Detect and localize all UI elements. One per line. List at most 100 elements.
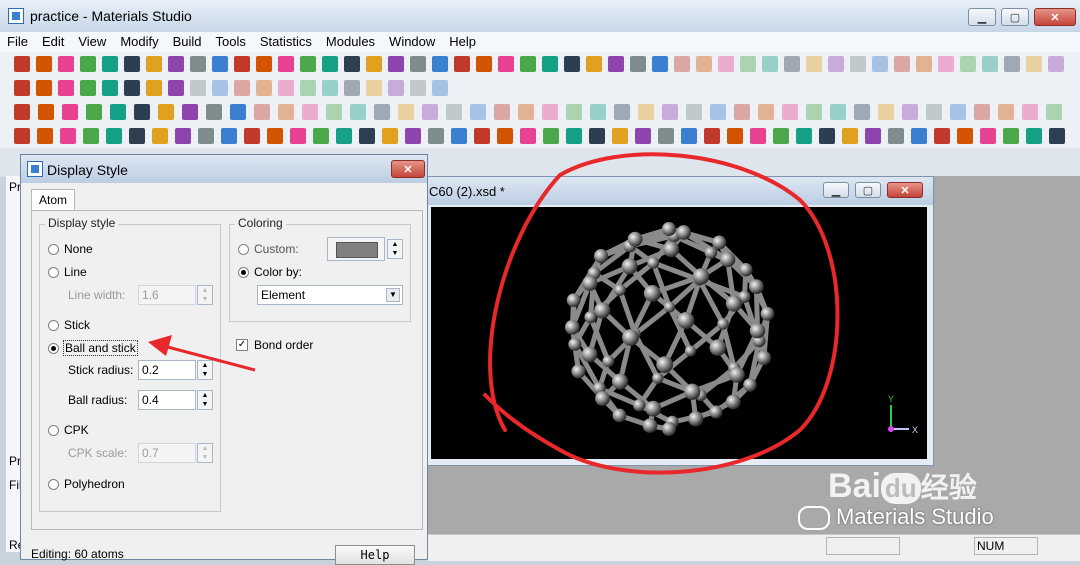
- toolbar-button-icon[interactable]: [674, 56, 690, 72]
- toolbar-button-icon[interactable]: [405, 128, 421, 144]
- toolbar-button-icon[interactable]: [762, 56, 778, 72]
- toolbar-button-icon[interactable]: [410, 80, 426, 96]
- toolbar-button-icon[interactable]: [344, 56, 360, 72]
- toolbar-button-icon[interactable]: [14, 128, 30, 144]
- toolbar-button-icon[interactable]: [566, 128, 582, 144]
- toolbar-button-icon[interactable]: [60, 128, 76, 144]
- toolbar-button-icon[interactable]: [58, 80, 74, 96]
- toolbar-button-icon[interactable]: [36, 80, 52, 96]
- toolbar-button-icon[interactable]: [322, 56, 338, 72]
- toolbar-button-icon[interactable]: [894, 56, 910, 72]
- toolbar-button-icon[interactable]: [902, 104, 918, 120]
- toolbar-button-icon[interactable]: [590, 104, 606, 120]
- radio-color-by[interactable]: [238, 267, 249, 278]
- maximize-button[interactable]: ▢: [1001, 8, 1029, 26]
- toolbar-button-icon[interactable]: [359, 128, 375, 144]
- toolbar-button-icon[interactable]: [520, 56, 536, 72]
- toolbar-button-icon[interactable]: [960, 56, 976, 72]
- toolbar-button-icon[interactable]: [80, 56, 96, 72]
- toolbar-button-icon[interactable]: [300, 56, 316, 72]
- minimize-button[interactable]: ▁: [968, 8, 996, 26]
- toolbar-button-icon[interactable]: [102, 80, 118, 96]
- toolbar-button-icon[interactable]: [14, 56, 30, 72]
- toolbar-button-icon[interactable]: [681, 128, 697, 144]
- menu-build[interactable]: Build: [166, 32, 209, 52]
- menu-modify[interactable]: Modify: [113, 32, 165, 52]
- tab-atom[interactable]: Atom: [31, 189, 75, 211]
- dialog-close-button[interactable]: ✕: [391, 160, 425, 178]
- toolbar-button-icon[interactable]: [212, 56, 228, 72]
- toolbar-button-icon[interactable]: [206, 104, 222, 120]
- toolbar-button-icon[interactable]: [230, 104, 246, 120]
- toolbar-button-icon[interactable]: [828, 56, 844, 72]
- toolbar-button-icon[interactable]: [652, 56, 668, 72]
- radio-ball-and-stick[interactable]: [48, 343, 59, 354]
- toolbar-button-icon[interactable]: [129, 128, 145, 144]
- toolbar-button-icon[interactable]: [704, 128, 720, 144]
- toolbar-button-icon[interactable]: [542, 104, 558, 120]
- toolbar-button-icon[interactable]: [234, 80, 250, 96]
- menu-file[interactable]: File: [0, 32, 35, 52]
- toolbar-button-icon[interactable]: [566, 104, 582, 120]
- stick-radius-spinner[interactable]: ▲ ▼: [197, 360, 213, 380]
- toolbar-button-icon[interactable]: [278, 56, 294, 72]
- toolbar-button-icon[interactable]: [796, 128, 812, 144]
- toolbar-button-icon[interactable]: [212, 80, 228, 96]
- toolbar-button-icon[interactable]: [1004, 56, 1020, 72]
- toolbar-button-icon[interactable]: [198, 128, 214, 144]
- toolbar-button-icon[interactable]: [134, 104, 150, 120]
- toolbar-button-icon[interactable]: [446, 104, 462, 120]
- toolbar-button-icon[interactable]: [1046, 104, 1062, 120]
- close-button[interactable]: ✕: [1034, 8, 1076, 26]
- toolbar-button-icon[interactable]: [806, 56, 822, 72]
- toolbar-button-icon[interactable]: [842, 128, 858, 144]
- toolbar-button-icon[interactable]: [806, 104, 822, 120]
- toolbar-button-icon[interactable]: [1048, 56, 1064, 72]
- chevron-down-icon[interactable]: ▼: [386, 288, 400, 302]
- toolbar-button-icon[interactable]: [638, 104, 654, 120]
- toolbar-button-icon[interactable]: [518, 104, 534, 120]
- toolbar-button-icon[interactable]: [388, 80, 404, 96]
- toolbar-button-icon[interactable]: [146, 80, 162, 96]
- toolbar-button-icon[interactable]: [498, 56, 514, 72]
- toolbar-button-icon[interactable]: [366, 80, 382, 96]
- toolbar-button-icon[interactable]: [476, 56, 492, 72]
- toolbar-button-icon[interactable]: [750, 128, 766, 144]
- radio-cpk[interactable]: [48, 425, 59, 436]
- toolbar-button-icon[interactable]: [850, 56, 866, 72]
- toolbar-button-icon[interactable]: [302, 104, 318, 120]
- toolbar-button-icon[interactable]: [256, 80, 272, 96]
- toolbar-button-icon[interactable]: [696, 56, 712, 72]
- toolbar-button-icon[interactable]: [37, 128, 53, 144]
- cpk-scale-field[interactable]: 0.7: [138, 443, 196, 463]
- ball-radius-spinner[interactable]: ▲ ▼: [197, 390, 213, 410]
- toolbar-button-icon[interactable]: [470, 104, 486, 120]
- toolbar-button-icon[interactable]: [872, 56, 888, 72]
- viewer-close-button[interactable]: ✕: [887, 182, 923, 198]
- menu-tools[interactable]: Tools: [209, 32, 253, 52]
- toolbar-button-icon[interactable]: [168, 56, 184, 72]
- toolbar-button-icon[interactable]: [614, 104, 630, 120]
- toolbar-button-icon[interactable]: [221, 128, 237, 144]
- viewer-maximize-button[interactable]: ▢: [855, 182, 881, 198]
- toolbar-button-icon[interactable]: [158, 104, 174, 120]
- toolbar-button-icon[interactable]: [934, 128, 950, 144]
- toolbar-button-icon[interactable]: [630, 56, 646, 72]
- toolbar-button-icon[interactable]: [83, 128, 99, 144]
- toolbar-button-icon[interactable]: [256, 56, 272, 72]
- line-width-field[interactable]: 1.6: [138, 285, 196, 305]
- toolbar-button-icon[interactable]: [278, 104, 294, 120]
- toolbar-button-icon[interactable]: [782, 104, 798, 120]
- toolbar-button-icon[interactable]: [911, 128, 927, 144]
- toolbar-button-icon[interactable]: [982, 56, 998, 72]
- dialog-title-bar[interactable]: Display Style ✕: [21, 155, 427, 183]
- toolbar-button-icon[interactable]: [589, 128, 605, 144]
- toolbar-button-icon[interactable]: [938, 56, 954, 72]
- toolbar-button-icon[interactable]: [635, 128, 651, 144]
- toolbar-button-icon[interactable]: [428, 128, 444, 144]
- toolbar-button-icon[interactable]: [980, 128, 996, 144]
- toolbar-button-icon[interactable]: [326, 104, 342, 120]
- radio-polyhedron[interactable]: [48, 479, 59, 490]
- ball-radius-field[interactable]: 0.4: [138, 390, 196, 410]
- toolbar-button-icon[interactable]: [454, 56, 470, 72]
